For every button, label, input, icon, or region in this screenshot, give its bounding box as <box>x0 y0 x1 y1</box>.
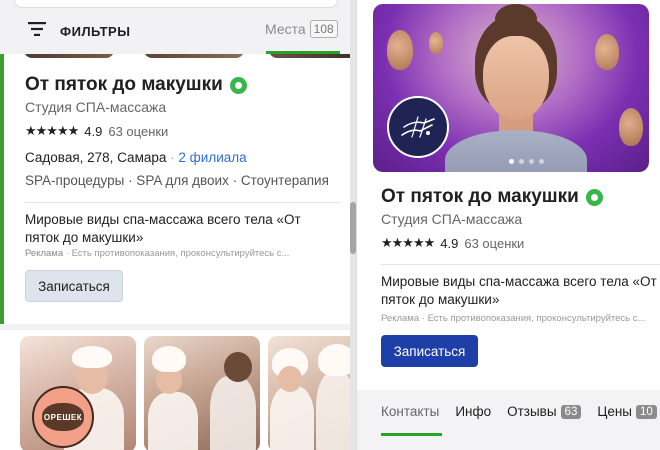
result-card[interactable]: От пяток до макушки Студия СПА-массажа ★… <box>0 42 356 324</box>
rating-row: ★★★★★ 4.9 63 оценки <box>25 124 168 139</box>
service-tags: SPA-процедуры · SPA для двоих · Стоунтер… <box>25 173 329 188</box>
divider <box>381 264 660 265</box>
prices-count-badge: 10 <box>636 404 657 419</box>
card-photo: ОРЕШЕК <box>20 336 136 450</box>
details-title-row: От пяток до макушки <box>381 186 603 208</box>
active-tab-indicator <box>381 433 442 436</box>
separator: · <box>170 150 175 165</box>
ad-disclaimer-row: Реклама · Есть противопоказания, проконс… <box>381 313 646 324</box>
search-results-panel: ФИЛЬТРЫ Места 108 От пяток до макушки Ст… <box>0 0 356 450</box>
tab-reviews[interactable]: Отзывы 63 <box>507 404 582 419</box>
tabs-bar <box>357 390 660 450</box>
brand-logo-text: ОРЕШЕК <box>43 412 83 422</box>
ad-disclaimer-row: Реклама · Есть противопоказания, проконс… <box>25 248 290 259</box>
reviews-link[interactable]: 63 оценки <box>108 124 168 139</box>
results-toolbar: ФИЛЬТРЫ Места 108 <box>0 8 350 54</box>
ad-label: Реклама <box>25 248 64 259</box>
ad-disclaimer: Есть противопоказания, проконсультируйте… <box>427 313 646 324</box>
brand-logo: ОРЕШЕК <box>32 386 94 448</box>
rating-row: ★★★★★ 4.9 63 оценки <box>381 236 524 251</box>
divider <box>25 202 341 203</box>
star-rating-icon: ★★★★★ <box>25 124 79 139</box>
address-text: Садовая, 278, Самара <box>25 150 167 165</box>
business-details-panel: От пяток до макушки Студия СПА-массажа ★… <box>356 0 660 450</box>
verified-icon <box>229 76 247 94</box>
rating-value: 4.9 <box>84 124 103 139</box>
result-card[interactable]: ОРЕШЕК <box>0 330 356 450</box>
tab-prices[interactable]: Цены 10 <box>597 404 657 419</box>
verified-icon <box>585 188 603 206</box>
card-title-row: От пяток до макушки <box>25 74 247 96</box>
card-photo <box>268 336 356 450</box>
places-tab-indicator <box>266 51 340 54</box>
business-title[interactable]: От пяток до макушки <box>25 74 223 96</box>
ad-text: Мировые виды спа-массажа всего тела «От … <box>25 212 301 245</box>
search-box[interactable] <box>14 0 338 8</box>
massage-hands-icon <box>387 96 449 158</box>
tab-contacts[interactable]: Контакты <box>381 404 439 419</box>
tab-places[interactable]: Места 108 <box>265 20 338 38</box>
reviews-count-badge: 63 <box>560 404 582 419</box>
business-category: Студия СПА-массажа <box>25 99 167 115</box>
filters-label: ФИЛЬТРЫ <box>60 23 131 39</box>
places-label: Места <box>265 21 306 37</box>
ad-text: Мировые виды спа-массажа всего тела «От … <box>381 274 657 307</box>
star-rating-icon: ★★★★★ <box>381 236 435 251</box>
places-count-badge: 108 <box>309 20 338 38</box>
details-tabs: Контакты Инфо Отзывы 63 Цены 10 <box>381 404 657 419</box>
hero-photo[interactable] <box>373 4 649 172</box>
rating-value: 4.9 <box>440 236 459 251</box>
business-title: От пяток до макушки <box>381 186 579 207</box>
filter-icon <box>28 21 46 41</box>
reviews-link[interactable]: 63 оценки <box>464 236 524 251</box>
card-photo <box>144 336 260 450</box>
tab-info[interactable]: Инфо <box>455 404 491 419</box>
address-row: Садовая, 278, Самара · 2 филиала <box>25 150 247 165</box>
branches-link[interactable]: 2 филиала <box>178 150 246 165</box>
ad-label: Реклама <box>381 313 420 324</box>
book-button[interactable]: Записаться <box>25 270 123 302</box>
carousel-dots[interactable] <box>509 159 544 164</box>
filters-button[interactable]: ФИЛЬТРЫ <box>28 20 130 42</box>
business-category: Студия СПА-массажа <box>381 211 523 227</box>
ad-disclaimer: Есть противопоказания, проконсультируйте… <box>71 248 290 259</box>
book-button[interactable]: Записаться <box>381 335 478 367</box>
